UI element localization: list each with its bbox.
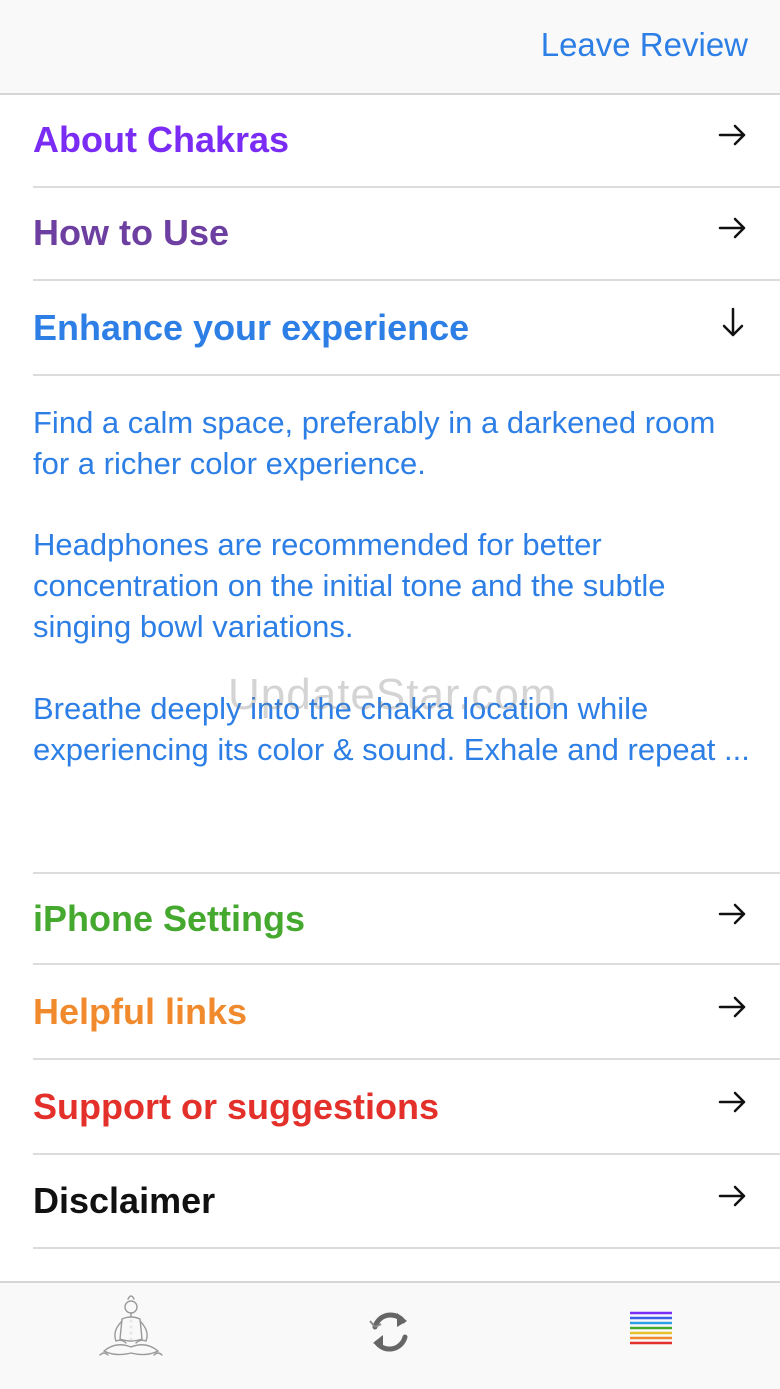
tab-bar	[0, 1281, 780, 1389]
tab-colors[interactable]	[606, 1291, 696, 1371]
menu-item-helpful-links[interactable]: Helpful links	[33, 967, 780, 1060]
rainbow-lines-icon	[606, 1311, 696, 1375]
menu-item-label: iPhone Settings	[33, 898, 306, 939]
menu-item-about-chakras[interactable]: About Chakras	[33, 95, 780, 188]
menu-item-label: Helpful links	[33, 991, 248, 1032]
enhance-paragraph-3: Breathe deeply into the chakra location …	[33, 691, 750, 767]
enhance-paragraph-2: Headphones are recommended for better co…	[33, 527, 666, 644]
leave-review-button[interactable]: Leave Review	[541, 26, 748, 64]
right-arrow-icon	[718, 115, 748, 155]
menu-item-support-suggestions[interactable]: Support or suggestions	[33, 1062, 780, 1155]
right-arrow-icon	[718, 1176, 748, 1216]
enhance-paragraph-1: Find a calm space, preferably in a darke…	[33, 405, 716, 481]
menu-item-label: How to Use	[33, 212, 230, 253]
tab-meditation[interactable]	[86, 1291, 176, 1371]
tab-refresh[interactable]	[345, 1291, 435, 1371]
menu-item-label: Enhance your experience	[33, 307, 470, 348]
menu-item-label: About Chakras	[33, 119, 290, 160]
navigation-bar: Leave Review	[0, 0, 780, 95]
right-arrow-icon	[718, 894, 748, 934]
right-arrow-icon	[718, 987, 748, 1027]
right-arrow-icon	[718, 1082, 748, 1122]
menu-item-label: Disclaimer	[33, 1180, 216, 1221]
right-arrow-icon	[718, 208, 748, 248]
meditation-figure-icon	[86, 1295, 176, 1375]
menu-item-how-to-use[interactable]: How to Use	[33, 188, 780, 281]
menu-item-enhance-experience[interactable]: Enhance your experience	[33, 283, 780, 376]
menu-item-disclaimer[interactable]: Disclaimer	[33, 1156, 780, 1249]
refresh-icon	[345, 1312, 435, 1375]
menu-item-label: Support or suggestions	[33, 1086, 440, 1127]
down-arrow-icon	[718, 303, 748, 343]
menu-item-iphone-settings[interactable]: iPhone Settings	[33, 872, 780, 965]
